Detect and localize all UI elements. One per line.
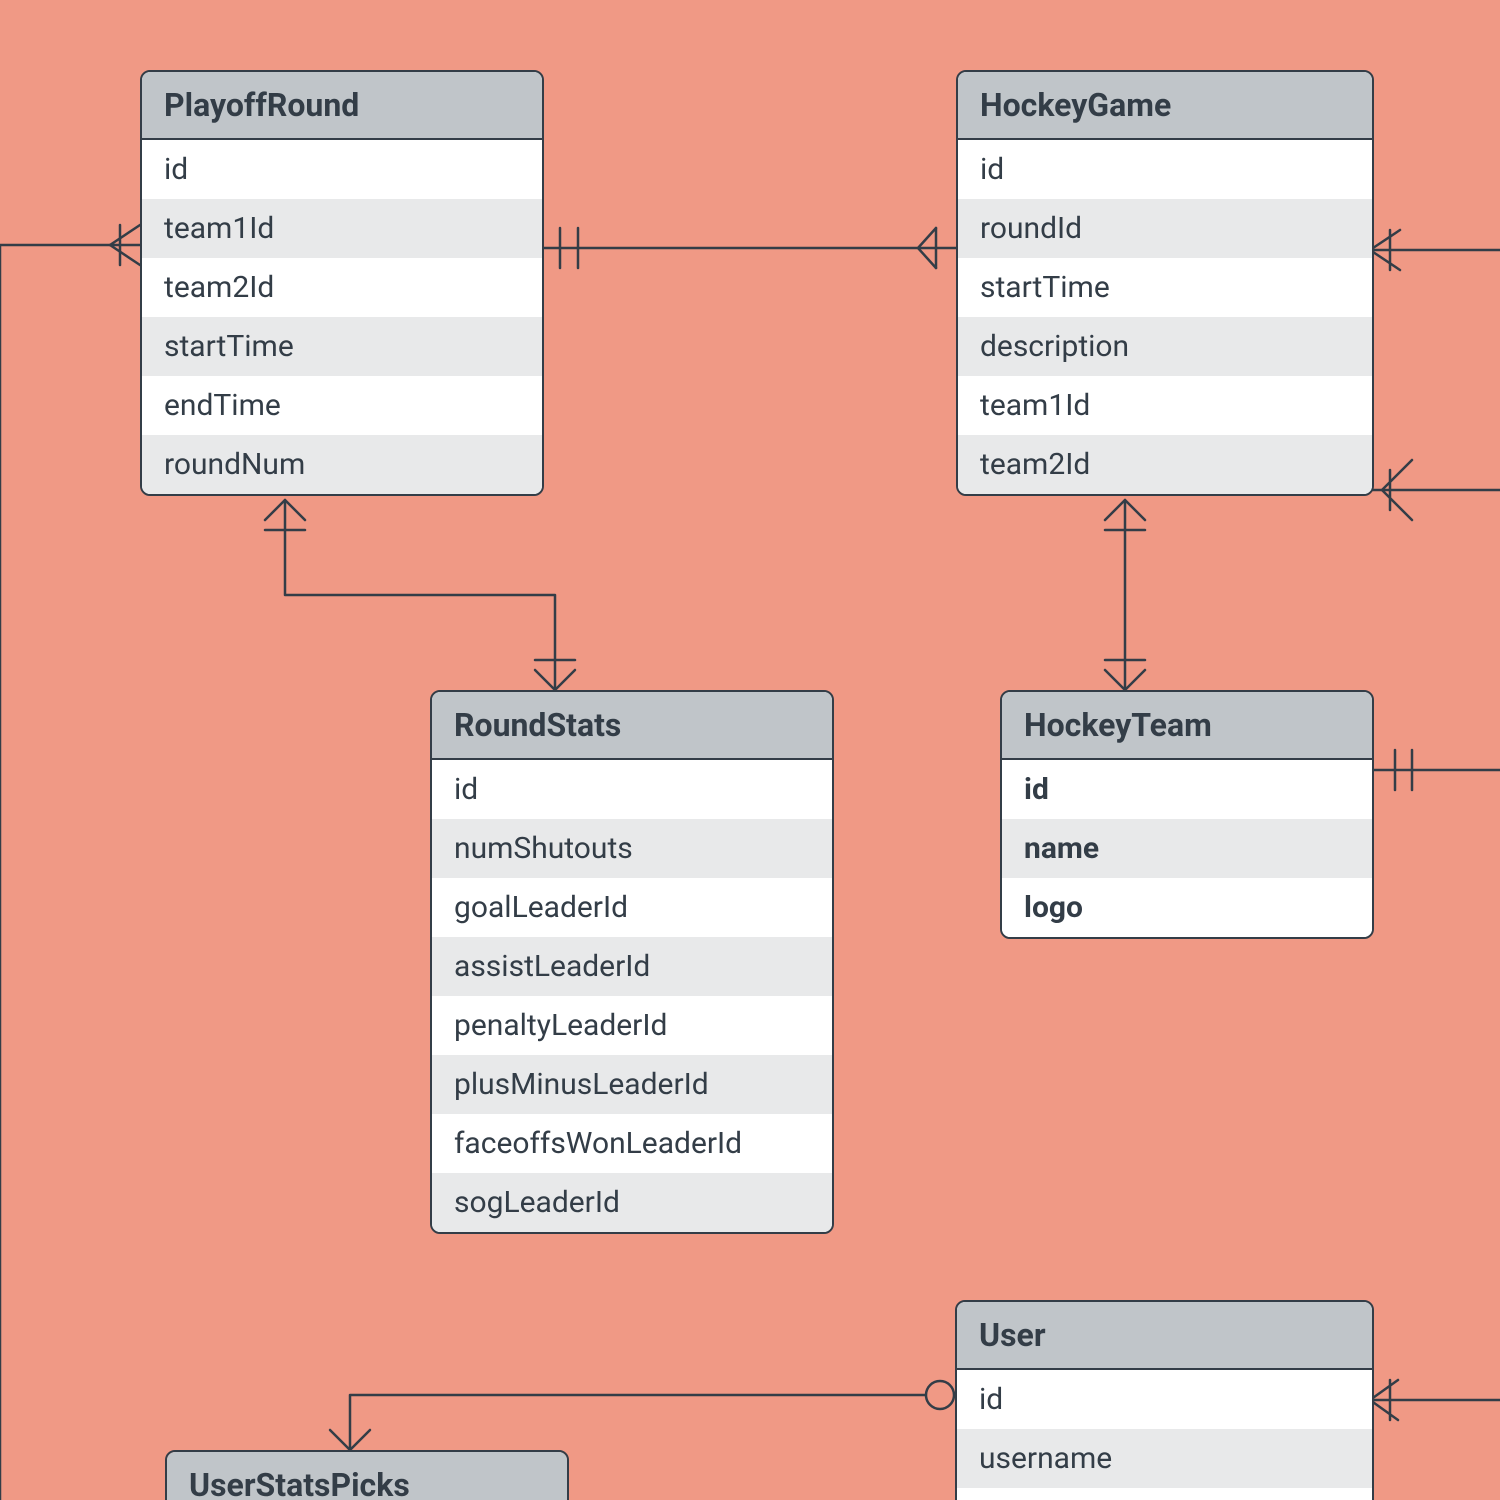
field: faceoffsWonLeaderId	[432, 1114, 832, 1173]
field: id	[1002, 760, 1372, 819]
entity-title: PlayoffRound	[142, 72, 542, 140]
field: penaltyLeaderId	[432, 996, 832, 1055]
field: id	[957, 1370, 1372, 1429]
entity-title: HockeyGame	[958, 72, 1372, 140]
field: logo	[1002, 878, 1372, 937]
field: team2Id	[142, 258, 542, 317]
entity-rows: id numShutouts goalLeaderId assistLeader…	[432, 760, 832, 1232]
field: startTime	[142, 317, 542, 376]
field: team1Id	[142, 199, 542, 258]
field: id	[958, 140, 1372, 199]
entity-rows: id roundId startTime description team1Id…	[958, 140, 1372, 494]
field: endTime	[142, 376, 542, 435]
field: startTime	[958, 258, 1372, 317]
entity-title: UserStatsPicks	[167, 1452, 567, 1500]
field: sogLeaderId	[432, 1173, 832, 1232]
erd-canvas: PlayoffRound id team1Id team2Id startTim…	[0, 0, 1500, 1500]
field: name	[1002, 819, 1372, 878]
field: password	[957, 1488, 1372, 1500]
field: roundId	[958, 199, 1372, 258]
entity-roundstats[interactable]: RoundStats id numShutouts goalLeaderId a…	[430, 690, 834, 1234]
entity-title: HockeyTeam	[1002, 692, 1372, 760]
field: assistLeaderId	[432, 937, 832, 996]
field: numShutouts	[432, 819, 832, 878]
entity-userstatspicks[interactable]: UserStatsPicks	[165, 1450, 569, 1500]
entity-rows: id team1Id team2Id startTime endTime rou…	[142, 140, 542, 494]
entity-user[interactable]: User id username password	[955, 1300, 1374, 1500]
field: id	[142, 140, 542, 199]
field: team1Id	[958, 376, 1372, 435]
entity-title: RoundStats	[432, 692, 832, 760]
field: team2Id	[958, 435, 1372, 494]
field: description	[958, 317, 1372, 376]
entity-rows: id name logo	[1002, 760, 1372, 937]
entity-title: User	[957, 1302, 1372, 1370]
entity-hockeyteam[interactable]: HockeyTeam id name logo	[1000, 690, 1374, 939]
entity-playoffround[interactable]: PlayoffRound id team1Id team2Id startTim…	[140, 70, 544, 496]
field: goalLeaderId	[432, 878, 832, 937]
entity-rows: id username password	[957, 1370, 1372, 1500]
field: roundNum	[142, 435, 542, 494]
entity-hockeygame[interactable]: HockeyGame id roundId startTime descript…	[956, 70, 1374, 496]
field: plusMinusLeaderId	[432, 1055, 832, 1114]
field: username	[957, 1429, 1372, 1488]
field: id	[432, 760, 832, 819]
